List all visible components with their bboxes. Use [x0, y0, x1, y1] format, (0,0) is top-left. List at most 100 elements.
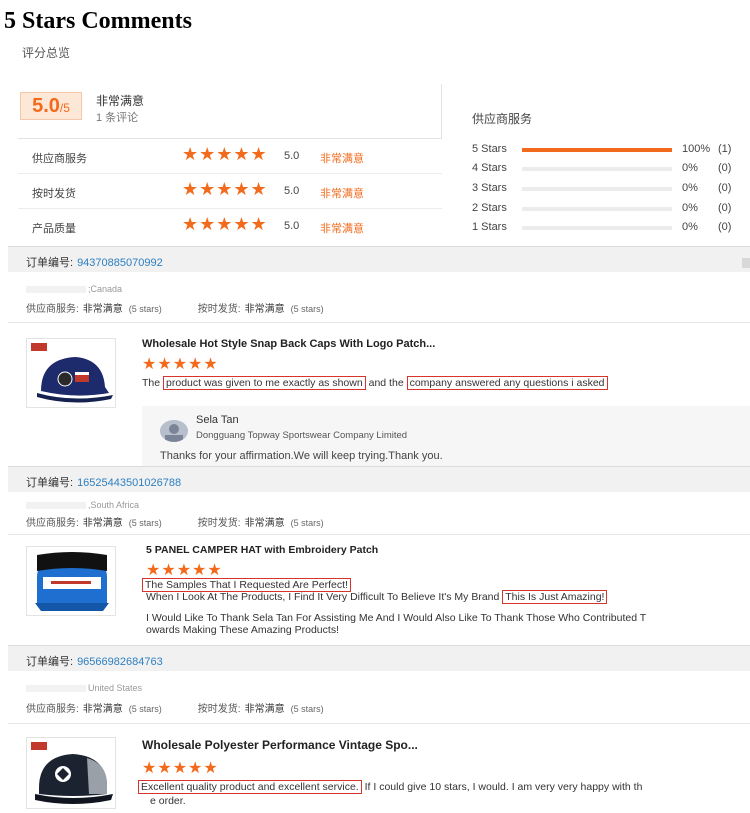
review-comment: The product was given to me exactly as s…	[142, 376, 608, 390]
product-image[interactable]	[26, 546, 116, 616]
review-comment-line: e order.	[150, 795, 186, 807]
rating-row-quality: 产品质量 ★★★★★ 5.0 非常满意	[18, 210, 442, 244]
supplier-reply: Sela Tan Dongguang Topway Sportswear Com…	[142, 406, 750, 466]
distribution-percent: 0%	[682, 221, 698, 233]
rating-row-delivery: 按时发货 ★★★★★ 5.0 非常满意	[18, 175, 442, 209]
review-comment-line: When I Look At The Products, I Find It V…	[146, 590, 608, 604]
order-ratings: 供应商服务: 非常满意 (5 stars) 按时发货: 非常满意 (5 stars)	[26, 304, 324, 315]
highlighted-phrase: Excellent quality product and excellent …	[138, 780, 362, 794]
distribution-bar	[522, 148, 672, 152]
order-header: 订单编号: 94370885070992	[8, 246, 750, 272]
product-title[interactable]: 5 PANEL CAMPER HAT with Embroidery Patch	[146, 544, 378, 556]
rating-row-label: 产品质量	[32, 223, 76, 235]
overall-score-badge: 5.0/5	[20, 92, 82, 120]
rating-row-label: 供应商服务	[32, 153, 87, 165]
star-rating: ★★★★★	[182, 214, 268, 234]
overall-score: 5.0	[32, 95, 60, 117]
distribution-bar	[522, 207, 672, 211]
rating-value: 5.0	[284, 185, 300, 197]
supplier-company: Dongguang Topway Sportswear Company Limi…	[196, 430, 408, 441]
rating-row-label: 按时发货	[32, 188, 76, 200]
section-divider	[8, 322, 750, 323]
page-title: 5 Stars Comments	[4, 8, 192, 34]
masked-buyer-name	[26, 502, 86, 510]
highlighted-phrase: The Samples That I Requested Are Perfect…	[142, 578, 351, 592]
summary-divider	[18, 138, 442, 139]
highlighted-phrase: product was given to me exactly as shown	[163, 376, 366, 390]
distribution-label: 4 Stars	[472, 162, 507, 174]
buyer-location: ;Canada	[26, 284, 122, 294]
distribution-label: 1 Stars	[472, 221, 507, 233]
rating-verdict: 非常满意	[320, 153, 364, 165]
distribution-label: 2 Stars	[472, 202, 507, 214]
distribution-bar	[522, 167, 672, 171]
distribution-bar-fill	[522, 148, 672, 152]
order-ratings: 供应商服务: 非常满意 (5 stars) 按时发货: 非常满意 (5 stars)	[26, 704, 324, 715]
distribution-bar	[522, 187, 672, 191]
distribution-row: 3 Stars 0% (0)	[472, 182, 742, 196]
distribution-percent: 0%	[682, 202, 698, 214]
order-header: 订单编号: 16525443501026788	[8, 466, 750, 492]
distribution-count: (0)	[718, 202, 732, 214]
order-review-1: 订单编号: 94370885070992 ;Canada 供应商服务: 非常满意 (5…	[8, 246, 750, 466]
product-title[interactable]: Wholesale Polyester Performance Vintage …	[142, 738, 418, 752]
distribution-percent: 100%	[682, 143, 711, 155]
supplier-name: Sela Tan	[196, 414, 239, 426]
product-title[interactable]: Wholesale Hot Style Snap Back Caps With …	[142, 338, 435, 350]
order-ratings: 供应商服务: 非常满意 (5 stars) 按时发货: 非常满意 (5 stars)	[26, 518, 324, 529]
order-number-link[interactable]: 96566982684763	[77, 656, 163, 668]
review-count: 1 条评论	[96, 112, 139, 124]
review-stars: ★★★★★	[142, 760, 219, 777]
distribution-bar	[522, 226, 672, 230]
product-image[interactable]	[26, 338, 116, 408]
order-number-link[interactable]: 94370885070992	[77, 257, 163, 269]
distribution-count: (0)	[718, 221, 732, 233]
distribution-row: 2 Stars 0% (0)	[472, 202, 742, 216]
distribution-count: (0)	[718, 162, 732, 174]
supplier-avatar	[160, 420, 188, 442]
distribution-count: (0)	[718, 182, 732, 194]
section-divider	[8, 723, 750, 724]
order-number-label: 订单编号: 94370885070992	[26, 257, 163, 269]
reply-text: Thanks for your affirmation.We will keep…	[160, 450, 443, 462]
distribution-percent: 0%	[682, 182, 698, 194]
distribution-row: 1 Stars 0% (0)	[472, 221, 742, 235]
order-review-2: 订单编号: 16525443501026788 ,South Africa 供应商…	[8, 466, 750, 642]
rating-verdict: 非常满意	[320, 223, 364, 235]
review-stars: ★★★★★	[142, 356, 219, 373]
star-rating: ★★★★★	[182, 179, 268, 199]
rating-row-service: 供应商服务 ★★★★★ 5.0 非常满意	[18, 140, 442, 174]
section-divider	[8, 534, 750, 535]
highlighted-phrase: This Is Just Amazing!	[502, 590, 608, 604]
rating-value: 5.0	[284, 150, 300, 162]
distribution-percent: 0%	[682, 162, 698, 174]
product-image[interactable]	[26, 737, 116, 809]
order-number-label: 订单编号: 96566982684763	[26, 656, 163, 668]
distribution-row: 4 Stars 0% (0)	[472, 162, 742, 176]
distribution-label: 3 Stars	[472, 182, 507, 194]
review-comment-line: I Would Like To Thank Sela Tan For Assis…	[146, 612, 647, 624]
rating-summary: 5.0/5 非常满意 1 条评论 供应商服务 ★★★★★ 5.0 非常满意 按时…	[18, 84, 442, 244]
star-rating: ★★★★★	[182, 144, 268, 164]
order-number-label: 订单编号: 16525443501026788	[26, 477, 182, 489]
review-comment: The Samples That I Requested Are Perfect…	[142, 578, 351, 592]
buyer-location: ,South Africa	[26, 500, 139, 510]
masked-buyer-name	[26, 286, 86, 294]
distribution-title: 供应商服务	[472, 112, 533, 126]
buyer-location: United States	[26, 683, 142, 693]
order-number-link[interactable]: 16525443501026788	[77, 477, 181, 489]
summary-vertical-divider	[441, 84, 442, 138]
highlighted-phrase: company answered any questions i asked	[406, 376, 608, 390]
review-comment-line: owards Making These Amazing Products!	[146, 624, 339, 636]
review-comment: Excellent quality product and excellent …	[138, 780, 642, 794]
masked-buyer-name	[26, 685, 86, 693]
distribution-count: (1)	[718, 143, 732, 155]
overall-verdict: 非常满意	[96, 94, 145, 108]
distribution-row: 5 Stars 100% (1)	[472, 143, 742, 157]
distribution-label: 5 Stars	[472, 143, 507, 155]
scrollbar-thumb[interactable]	[742, 258, 750, 268]
rating-verdict: 非常满意	[320, 188, 364, 200]
rating-overview-label: 评分总览	[22, 46, 71, 60]
review-stars: ★★★★★	[146, 562, 223, 579]
score-out-of: /5	[59, 101, 70, 115]
